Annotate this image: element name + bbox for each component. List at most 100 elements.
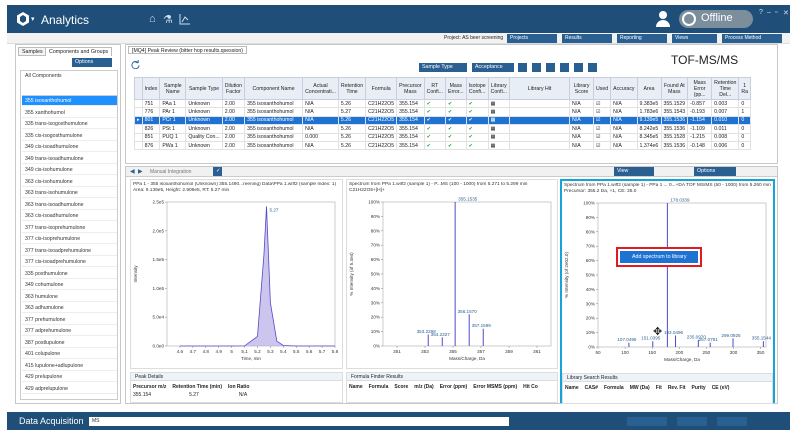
column-header[interactable]: Score [394, 384, 408, 390]
column-header[interactable]: Mass Error... [445, 77, 467, 100]
tab-components-and-groups[interactable]: Components and Groups [45, 47, 113, 56]
list-item[interactable]: 387 postlupulone [22, 338, 117, 348]
column-header[interactable]: Sample Name [159, 77, 187, 100]
maximize-icon[interactable]: ▫ [775, 9, 777, 16]
acceptance-button[interactable]: Acceptance [472, 63, 514, 72]
column-header[interactable]: Library Confi... [487, 77, 511, 100]
list-item[interactable]: 349 cis-isohumulone [22, 165, 117, 175]
column-header[interactable]: Name [565, 385, 579, 391]
table-row[interactable]: 751 PAa 1 Unknown 2.00 355 isoxanthohumol N/A… [134, 98, 752, 109]
projects-button[interactable]: Projects [507, 34, 557, 43]
column-header[interactable]: Formula [365, 77, 398, 100]
column-header[interactable]: Component Name [244, 77, 304, 100]
user-icon[interactable] [656, 11, 670, 27]
list-item[interactable]: 363 adhumulone [22, 303, 117, 313]
column-header[interactable]: Error MSMS (ppm) [473, 384, 517, 390]
list-item[interactable]: 377 adprehumulone [22, 326, 117, 336]
filter-icon[interactable] [518, 63, 527, 72]
column-header[interactable]: Rev. Fit [668, 385, 686, 391]
column-header[interactable]: Actual Concentrati... [302, 77, 339, 100]
flag-icon[interactable] [546, 63, 555, 72]
column-header[interactable]: Library Hit [509, 77, 571, 100]
column-header[interactable]: Purity [692, 385, 706, 391]
list-item[interactable]: 377 cis-isoadprehumulone [22, 257, 117, 267]
column-header[interactable]: Isotope Confi... [465, 77, 489, 100]
settings-icon[interactable] [588, 63, 597, 72]
column-header[interactable]: Name [349, 384, 363, 390]
column-header[interactable]: Hit Co [523, 384, 538, 390]
tab-samples[interactable]: Samples [18, 47, 47, 56]
minimize-icon[interactable]: – [767, 9, 771, 16]
list-item[interactable]: 363 trans-isohumulone [22, 188, 117, 198]
column-header[interactable]: Retention Time (min) [172, 384, 222, 390]
sort-icon[interactable] [532, 63, 541, 72]
prev-icon[interactable]: ◀ [130, 168, 135, 175]
options-button-bottom[interactable]: Options [694, 167, 736, 176]
status-button[interactable] [717, 417, 747, 426]
list-item[interactable]: 363 cis-isoadhumulone [22, 211, 117, 221]
refresh-icon[interactable] [131, 60, 140, 69]
column-header[interactable]: Fit [656, 385, 662, 391]
home-icon[interactable]: ⌂ [149, 13, 156, 25]
list-item[interactable]: 415 lupulone+adlupulone [22, 361, 117, 371]
chromatogram-chart[interactable]: 0.0e0 5.0e4 1.0e5 1.5e5 2.0e5 2.5e5 4.6 4.7 4.8 4… [131, 194, 341, 368]
column-header[interactable]: MW (Da) [630, 385, 650, 391]
close-icon[interactable]: ✕ [783, 9, 789, 17]
table-row[interactable]: 776 PAr 1 Unknown 2.00 355 isoxanthohumol N/A… [134, 107, 752, 117]
table-row[interactable]: ▸ 801 PCr 1 Unknown 2.00 355 isoxanthohumol N/… [134, 115, 752, 126]
offline-status[interactable]: Offline [679, 10, 753, 28]
queue-button[interactable] [627, 417, 667, 426]
manual-integration-label[interactable]: Manual Integration [150, 169, 191, 175]
list-item[interactable]: 363 trans-isoadhumulone [22, 200, 117, 210]
list-item[interactable]: 335 trans-isogosthumulone [22, 119, 117, 129]
list-item[interactable]: 349 trans-isoadhumulone [22, 154, 117, 164]
column-header[interactable]: Retention Time Del... [711, 77, 740, 100]
list-item[interactable]: 377 trans-isoadprehumulone [22, 246, 117, 256]
list-item[interactable]: 363 humulone [22, 292, 117, 302]
column-header[interactable]: Ion Ratio [228, 384, 249, 390]
column-header[interactable]: Dilution Factor [221, 77, 246, 100]
column-header[interactable]: Library Score [569, 77, 595, 100]
column-header[interactable]: CE (eV) [712, 385, 730, 391]
process-method-button[interactable]: Process Method [722, 34, 782, 43]
sample-type-button[interactable]: Sample Type [419, 63, 467, 72]
list-item[interactable]: 349 cohumulone [22, 280, 117, 290]
view-button[interactable]: View [614, 167, 654, 176]
list-item[interactable]: 377 cis-isoprehumulone [22, 234, 117, 244]
table-row[interactable]: 851 PUQ 1 Quality Con... 2.00 355 isoxanthoh… [134, 132, 752, 142]
column-header[interactable]: Area [636, 77, 662, 100]
list-item[interactable]: 377 trans-isoprehumulone [22, 223, 117, 233]
results-button[interactable]: Results [562, 34, 612, 43]
list-item[interactable]: 429 prelupulone [22, 372, 117, 382]
list-item[interactable]: 377 prehumulone [22, 315, 117, 325]
list-header[interactable]: All Components [22, 71, 117, 96]
reporting-button[interactable]: Reporting [617, 34, 667, 43]
column-header[interactable]: 1 Ra [738, 77, 752, 100]
table-row[interactable]: 876 PWa 1 Unknown 2.00 355 isoxanthohumol N/A… [134, 140, 752, 151]
column-header[interactable]: Sample Type [185, 77, 223, 100]
list-item[interactable]: 401 colupulone [22, 349, 117, 359]
column-header[interactable]: Precursor Mass [396, 77, 425, 100]
column-header[interactable]: Accuracy [610, 77, 638, 100]
column-header[interactable]: Retention Time [337, 77, 367, 100]
table-icon[interactable] [560, 63, 569, 72]
column-header[interactable]: m/z (Da) [414, 384, 433, 390]
next-icon[interactable]: ▶ [138, 168, 143, 175]
column-header[interactable]: Error (ppm) [440, 384, 468, 390]
list-item[interactable]: 355 xanthohumol [22, 108, 117, 118]
export-icon[interactable] [574, 63, 583, 72]
tab-peak-review[interactable]: [MQ4] Peak Review (bitter hop results.qs… [128, 46, 247, 54]
list-item[interactable]: 363 cis-isohumulone [22, 177, 117, 187]
msms-spectrum-chart[interactable]: 0% 10% 20% 30% 40% 50% 60% 70% 80% 90% 100% 50 100 15… [562, 195, 772, 369]
list-item[interactable]: 335 posthumulone [22, 269, 117, 279]
list-item[interactable]: 349 cis-isoadhumulone [22, 142, 117, 152]
chevron-down-icon[interactable]: ▾ [31, 15, 35, 23]
flask-icon[interactable]: ⚗ [163, 13, 173, 26]
acquisition-field[interactable]: MS [89, 417, 509, 426]
help-icon[interactable]: ? [759, 9, 763, 16]
column-header[interactable]: Formula [369, 384, 389, 390]
column-header[interactable]: Used [593, 77, 612, 100]
column-header[interactable]: Found At Mass [660, 77, 689, 100]
checkbox-icon[interactable]: ✓ [213, 167, 222, 176]
column-header[interactable]: CAS# [585, 385, 598, 391]
